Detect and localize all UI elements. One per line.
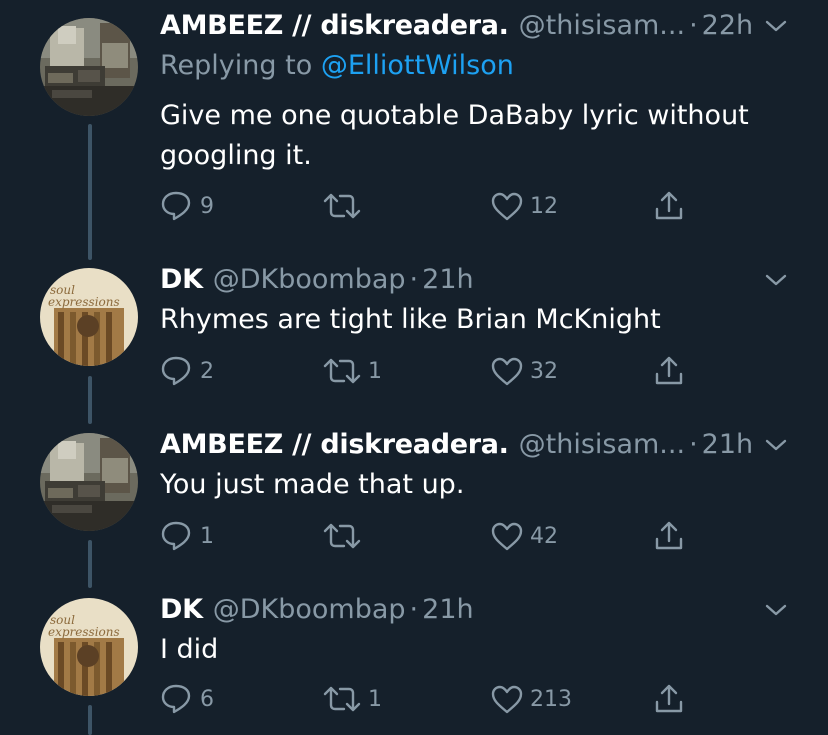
reply-count: 2 <box>200 358 214 384</box>
chevron-down-icon[interactable] <box>764 598 788 622</box>
like-button[interactable]: 213 <box>490 679 572 719</box>
tweet-text: You just made that up. <box>160 465 780 505</box>
tweet-text: I did <box>160 630 780 670</box>
retweet-icon <box>323 523 361 549</box>
tweet-text-line: Give me one quotable DaBaby lyric withou… <box>160 100 749 131</box>
tweet-text: Rhymes are tight like Brian McKnight <box>160 300 780 340</box>
retweet-icon <box>323 358 361 384</box>
tweet-text-line: Rhymes are tight like Brian McKnight <box>160 304 661 335</box>
reply-count: 9 <box>200 193 214 219</box>
share-button[interactable] <box>652 351 686 391</box>
reply-count: 6 <box>200 686 214 712</box>
tweet-text-line: You just made that up. <box>160 469 465 500</box>
share-icon <box>655 684 683 713</box>
heart-icon <box>491 522 523 551</box>
reply-button[interactable]: 6 <box>160 679 214 719</box>
timestamp[interactable]: 21h <box>422 260 473 300</box>
reply-icon <box>161 684 191 714</box>
replying-prefix: Replying to <box>160 50 321 81</box>
tweet[interactable]: AMBEEZ // diskreadera. @thisisam... · 22… <box>0 0 828 250</box>
reply-button[interactable]: 9 <box>160 186 214 226</box>
tweet-header: AMBEEZ // diskreadera. @thisisam... · 22… <box>160 6 808 46</box>
tweet[interactable]: soul expressions DK @DKboombap · 21h Rhy… <box>0 250 828 415</box>
separator-dot: · <box>409 594 419 625</box>
share-button[interactable] <box>652 679 686 719</box>
chevron-down-icon[interactable] <box>764 14 788 38</box>
tweet-actions: 6 1 213 <box>160 679 720 719</box>
retweet-icon <box>323 686 361 712</box>
like-button[interactable]: 12 <box>490 186 558 226</box>
avatar-dk[interactable]: soul expressions <box>40 268 138 366</box>
retweet-button[interactable] <box>322 186 368 226</box>
tweet-header: DK @DKboombap · 21h <box>160 260 808 300</box>
soul-expressions-avatar-image: soul expressions <box>40 268 138 366</box>
dj-photo-avatar-image <box>40 18 138 116</box>
soul-expressions-avatar-image: soul expressions <box>40 598 138 696</box>
timestamp[interactable]: 21h <box>702 425 753 465</box>
avatar-text-expressions: expressions <box>48 625 120 639</box>
heart-icon <box>491 192 523 221</box>
tweet-actions: 9 12 <box>160 186 720 226</box>
tweet-header: AMBEEZ // diskreadera. @thisisam... · 21… <box>160 425 808 465</box>
tweet[interactable]: soul expressions DK @DKboombap · 21h I d… <box>0 580 828 729</box>
retweet-icon <box>323 193 361 219</box>
like-count: 12 <box>530 193 558 219</box>
tweet-header: DK @DKboombap · 21h <box>160 590 808 630</box>
share-icon <box>655 191 683 220</box>
mention-link[interactable]: @ElliottWilson <box>321 50 514 81</box>
reply-icon <box>161 356 191 386</box>
separator-dot: · <box>689 429 698 460</box>
separator-dot: · <box>409 264 419 295</box>
retweet-button[interactable] <box>322 516 368 556</box>
share-button[interactable] <box>652 186 686 226</box>
retweet-count: 1 <box>368 358 382 384</box>
reply-count: 1 <box>200 523 214 549</box>
tweet-text-line: I did <box>160 634 219 665</box>
dj-photo-avatar-image <box>40 433 138 531</box>
heart-icon <box>491 685 523 714</box>
display-name[interactable]: DK <box>160 260 203 300</box>
share-icon <box>655 356 683 385</box>
like-button[interactable]: 32 <box>490 351 558 391</box>
reply-icon <box>161 191 191 221</box>
chevron-down-icon[interactable] <box>764 268 788 292</box>
reply-button[interactable]: 1 <box>160 516 214 556</box>
display-name[interactable]: DK <box>160 590 203 630</box>
like-count: 213 <box>530 686 572 712</box>
like-button[interactable]: 42 <box>490 516 558 556</box>
reply-icon <box>161 521 191 551</box>
timestamp[interactable]: 21h <box>422 590 473 630</box>
heart-icon <box>491 357 523 386</box>
retweet-button[interactable]: 1 <box>322 351 382 391</box>
user-handle[interactable]: @DKboombap <box>213 260 406 300</box>
display-name[interactable]: AMBEEZ // diskreadera. <box>160 6 509 46</box>
timestamp[interactable]: 22h <box>702 6 753 46</box>
avatar-text-expressions: expressions <box>48 295 120 309</box>
retweet-count: 1 <box>368 686 382 712</box>
display-name[interactable]: AMBEEZ // diskreadera. <box>160 425 509 465</box>
separator-dot: · <box>689 10 698 41</box>
like-count: 42 <box>530 523 558 549</box>
user-handle[interactable]: @DKboombap <box>213 590 406 630</box>
user-handle[interactable]: @thisisam... <box>519 425 685 465</box>
replying-to: Replying to @ElliottWilson <box>160 46 514 86</box>
tweet-actions: 2 1 32 <box>160 351 720 391</box>
avatar-ambeez[interactable] <box>40 18 138 116</box>
retweet-button[interactable]: 1 <box>322 679 382 719</box>
share-icon <box>655 521 683 550</box>
tweet[interactable]: AMBEEZ // diskreadera. @thisisam... · 21… <box>0 415 828 580</box>
user-handle[interactable]: @thisisam... <box>519 6 685 46</box>
tweet-text: Give me one quotable DaBaby lyric withou… <box>160 96 780 176</box>
tweet-actions: 1 42 <box>160 516 720 556</box>
chevron-down-icon[interactable] <box>764 433 788 457</box>
tweet-text-line: googling it. <box>160 140 312 171</box>
share-button[interactable] <box>652 516 686 556</box>
reply-button[interactable]: 2 <box>160 351 214 391</box>
avatar-ambeez[interactable] <box>40 433 138 531</box>
like-count: 32 <box>530 358 558 384</box>
avatar-dk[interactable]: soul expressions <box>40 598 138 696</box>
